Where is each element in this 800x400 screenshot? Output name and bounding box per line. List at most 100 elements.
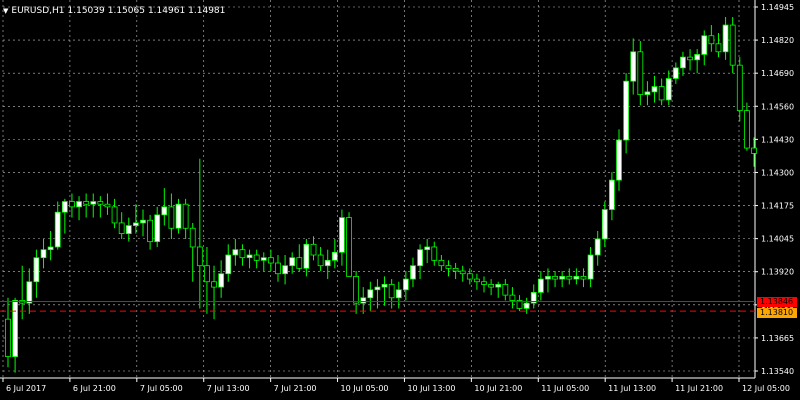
candle-body-bull: [523, 302, 530, 309]
candle: [97, 196, 104, 218]
candle: [317, 246, 324, 272]
candle: [580, 268, 587, 288]
candle: [644, 81, 651, 106]
candlestick-series: [5, 17, 757, 373]
candle: [530, 284, 537, 309]
time-tick-label: 6 Jul 21:00: [73, 384, 116, 393]
candle: [61, 198, 68, 234]
candle: [402, 271, 409, 301]
candle: [360, 287, 367, 314]
candle: [587, 246, 594, 288]
candle: [267, 249, 274, 272]
candle: [687, 49, 693, 71]
time-tick-label: 11 Jul 05:00: [541, 384, 589, 393]
time-tick-label: 10 Jul 05:00: [341, 384, 389, 393]
candle-body-bear: [445, 265, 452, 269]
candle-body-bear: [147, 219, 153, 243]
candle: [431, 241, 438, 266]
candle-body-bull: [545, 275, 551, 280]
candle-body-bear: [118, 222, 125, 235]
candle-body-bear: [310, 243, 317, 256]
candle: [168, 193, 175, 239]
candle-body-bull: [722, 24, 729, 53]
candle-body-bull: [33, 257, 40, 283]
candle-body-bear: [502, 284, 509, 296]
candle: [495, 281, 502, 298]
candle: [147, 214, 153, 250]
candle-body-bull: [26, 281, 33, 304]
chart-window[interactable]: 1.14945 1.14820 1.14690 1.14560 1.14430 1.143…: [0, 0, 800, 400]
candle: [196, 158, 203, 309]
candle-body-bear: [481, 281, 487, 285]
candle-body-bull: [225, 254, 232, 275]
candle: [672, 62, 679, 84]
open-value: 1.15039: [67, 6, 105, 16]
candle-body-bull: [132, 222, 139, 226]
candle: [417, 244, 423, 280]
candle: [125, 217, 132, 242]
time-axis[interactable]: 6 Jul 2017 6 Jul 21:00 7 Jul 05:00 7 Jul 13…: [2, 378, 790, 393]
price-tick-label: 1.14430: [761, 135, 794, 144]
candle: [310, 236, 317, 261]
time-tick-label: 11 Jul 13:00: [608, 384, 656, 393]
candle: [118, 212, 125, 239]
candle-body-bear: [509, 294, 516, 301]
price-axis[interactable]: 1.14945 1.14820 1.14690 1.14560 1.14430 1.143…: [755, 3, 794, 376]
candle: [559, 271, 566, 288]
candle-body-bear: [275, 262, 281, 275]
time-tick-label: 10 Jul 13:00: [407, 384, 455, 393]
candle-body-bear: [552, 275, 558, 280]
candle: [346, 212, 352, 277]
candle: [296, 244, 303, 272]
candle-body-bull: [282, 265, 288, 275]
candle-body-bear: [189, 227, 196, 248]
candle: [736, 57, 743, 122]
candle: [161, 188, 168, 226]
candle: [623, 73, 630, 154]
candle-body-bear: [196, 246, 203, 267]
candle-body-bear: [715, 43, 722, 53]
candle: [566, 268, 573, 285]
candle: [729, 17, 736, 74]
candle: [452, 263, 459, 280]
candle-body-bear: [459, 270, 466, 275]
candle: [445, 260, 452, 277]
triangle-down-icon[interactable]: ▼: [3, 7, 8, 15]
candle: [26, 268, 33, 314]
candle-body-bull: [623, 80, 630, 141]
price-tick-label: 1.13665: [761, 334, 794, 343]
candle: [651, 75, 658, 103]
candle: [47, 230, 54, 261]
candle-body-bull: [701, 35, 708, 55]
candle: [509, 287, 516, 309]
candle: [438, 255, 445, 272]
candle: [253, 249, 260, 269]
candle-body-bull: [537, 278, 544, 293]
candle: [12, 297, 19, 373]
candle: [367, 281, 374, 312]
candle-body-bull: [559, 275, 566, 280]
symbol-label: EURUSD,H1: [11, 6, 65, 16]
price-tick-label: 1.14175: [761, 202, 794, 211]
candle: [459, 265, 466, 282]
candle-body-bear: [111, 206, 118, 224]
candle: [204, 246, 210, 314]
close-value: 1.14981: [188, 6, 226, 16]
price-tick-label: 1.14300: [761, 168, 794, 177]
candle-body-bear: [658, 86, 665, 101]
candle: [40, 238, 47, 269]
candle: [175, 198, 182, 234]
price-tick-label: 1.14820: [761, 36, 794, 45]
candle-body-bull: [367, 289, 374, 299]
candle-body-bull: [61, 201, 68, 213]
candle: [182, 198, 189, 239]
candle-body-bull: [161, 206, 168, 216]
candle-body-bull: [665, 78, 672, 101]
candle: [694, 49, 701, 74]
candle: [260, 252, 267, 272]
candle: [374, 279, 381, 309]
candle-body-bear: [204, 265, 210, 283]
price-chart[interactable]: 1.14945 1.14820 1.14690 1.14560 1.14430 1.143…: [0, 0, 800, 400]
candle-body-bull: [651, 86, 658, 93]
candle-body-bear: [580, 275, 587, 280]
